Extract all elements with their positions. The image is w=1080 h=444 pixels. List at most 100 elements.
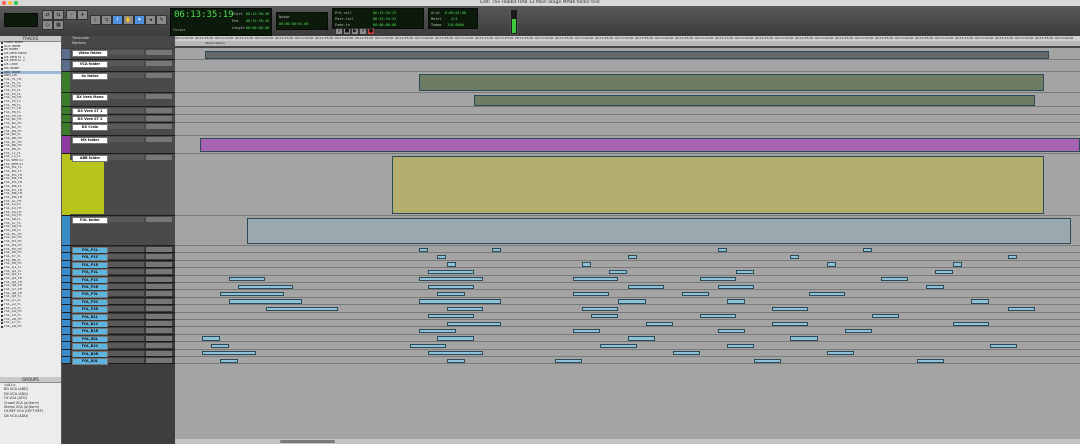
audio-clip[interactable] bbox=[699, 314, 737, 319]
selector-tool-icon[interactable]: I bbox=[112, 15, 123, 25]
track-lane[interactable] bbox=[175, 49, 1080, 60]
track-visibility-icon[interactable] bbox=[0, 204, 3, 207]
audio-clip[interactable] bbox=[419, 74, 1044, 91]
track-lane[interactable] bbox=[175, 107, 1080, 115]
track-io[interactable] bbox=[146, 358, 172, 363]
track-name[interactable]: DX Verb ST 1 bbox=[72, 108, 108, 115]
track-visibility-icon[interactable] bbox=[0, 167, 3, 170]
track-lane[interactable] bbox=[175, 268, 1080, 276]
track-list-item[interactable]: FOL_Z8_FR bbox=[0, 325, 61, 329]
track-io[interactable] bbox=[146, 321, 172, 326]
audio-clip[interactable] bbox=[220, 291, 284, 297]
grid-value[interactable]: 0:00:01:00 bbox=[445, 11, 466, 15]
length-value[interactable]: 00:00:00:00 bbox=[246, 26, 269, 30]
track-visibility-icon[interactable] bbox=[0, 281, 3, 284]
audio-clip[interactable] bbox=[582, 306, 619, 312]
play-button[interactable]: ▶ bbox=[351, 28, 359, 35]
track-visibility-icon[interactable] bbox=[0, 108, 3, 111]
audio-clip[interactable] bbox=[437, 336, 474, 341]
audio-clip[interactable] bbox=[419, 277, 483, 282]
track-header[interactable]: FOL_P3R bbox=[62, 305, 175, 314]
track-visibility-icon[interactable] bbox=[0, 289, 3, 292]
zoom-in-button[interactable]: + bbox=[77, 10, 88, 20]
track-visibility-icon[interactable] bbox=[0, 278, 3, 280]
track-io[interactable] bbox=[146, 73, 172, 78]
audio-clip[interactable] bbox=[555, 358, 583, 363]
track-name[interactable]: DX Verb Mono bbox=[72, 94, 108, 101]
track-visibility-icon[interactable] bbox=[0, 189, 3, 192]
audio-clip[interactable] bbox=[446, 321, 501, 326]
pre-roll-value[interactable]: 06:13:34:23 bbox=[373, 11, 396, 15]
track-visibility-icon[interactable] bbox=[0, 104, 3, 107]
group-list-item[interactable]: DX VCA (ADD) bbox=[0, 414, 61, 418]
track-visibility-icon[interactable] bbox=[0, 222, 3, 225]
track-header[interactable]: FOL_P1C bbox=[62, 253, 175, 262]
track-io[interactable] bbox=[146, 261, 172, 267]
scrubber-tool-icon[interactable]: ◂ bbox=[145, 15, 156, 25]
stop-button[interactable]: ■ bbox=[343, 28, 351, 35]
audio-clip[interactable] bbox=[229, 299, 302, 304]
record-button[interactable]: ● bbox=[367, 28, 375, 35]
track-controls[interactable] bbox=[108, 306, 144, 312]
track-visibility-icon[interactable] bbox=[0, 93, 3, 96]
track-visibility-icon[interactable] bbox=[0, 292, 3, 295]
track-visibility-icon[interactable] bbox=[0, 67, 3, 70]
track-lane[interactable] bbox=[175, 123, 1080, 136]
track-visibility-icon[interactable] bbox=[0, 207, 3, 210]
audio-clip[interactable] bbox=[871, 314, 899, 319]
audio-clip[interactable] bbox=[419, 247, 429, 252]
audio-clip[interactable] bbox=[672, 351, 700, 356]
track-lane[interactable] bbox=[175, 327, 1080, 335]
audio-clip[interactable] bbox=[627, 284, 664, 289]
track-visibility-icon[interactable] bbox=[0, 255, 3, 258]
track-visibility-icon[interactable] bbox=[0, 178, 3, 181]
markers-ruler[interactable]: Stems Stems bbox=[175, 41, 1080, 46]
audio-clip[interactable] bbox=[247, 218, 1071, 244]
audio-clip[interactable] bbox=[790, 254, 800, 260]
track-controls[interactable] bbox=[108, 350, 144, 356]
track-header[interactable]: FOL folder bbox=[62, 216, 175, 246]
track-visibility-icon[interactable] bbox=[0, 311, 3, 314]
audio-clip[interactable] bbox=[862, 247, 872, 252]
track-io[interactable] bbox=[146, 298, 172, 304]
track-controls[interactable] bbox=[108, 298, 144, 304]
track-controls[interactable] bbox=[108, 291, 144, 297]
track-controls[interactable] bbox=[108, 94, 144, 99]
post-roll-value[interactable]: 06:13:34:23 bbox=[373, 17, 396, 21]
audio-clip[interactable] bbox=[718, 284, 755, 289]
track-visibility-icon[interactable] bbox=[0, 230, 3, 233]
audio-clip[interactable] bbox=[202, 336, 221, 341]
track-io[interactable] bbox=[146, 50, 172, 55]
track-name[interactable]: DX Verb ST 2 bbox=[72, 116, 108, 123]
track-lane[interactable] bbox=[175, 313, 1080, 320]
track-lane[interactable] bbox=[175, 342, 1080, 350]
audio-clip[interactable] bbox=[736, 269, 755, 275]
audio-clip[interactable] bbox=[437, 291, 465, 297]
track-name[interactable]: FOL_B3L bbox=[72, 358, 108, 365]
audio-clip[interactable] bbox=[573, 277, 619, 282]
track-io[interactable] bbox=[146, 284, 172, 289]
track-lane[interactable] bbox=[175, 335, 1080, 343]
track-lane[interactable] bbox=[175, 290, 1080, 298]
track-io[interactable] bbox=[146, 137, 172, 142]
track-header[interactable]: DX Verb ST 1 bbox=[62, 107, 175, 115]
slip-mode-button[interactable]: ⇆ bbox=[53, 10, 64, 20]
audio-clip[interactable] bbox=[609, 269, 628, 275]
track-header[interactable]: FOL_P1R bbox=[62, 260, 175, 269]
audio-clip[interactable] bbox=[826, 351, 854, 356]
end-value[interactable]: 06:12:58:16 bbox=[246, 19, 269, 23]
track-header[interactable]: dx folder bbox=[62, 72, 175, 93]
track-controls[interactable] bbox=[108, 284, 144, 289]
track-controls[interactable] bbox=[108, 73, 144, 78]
track-visibility-icon[interactable] bbox=[0, 130, 3, 133]
track-header[interactable]: FOL_P2R bbox=[62, 283, 175, 291]
audio-clip[interactable] bbox=[808, 291, 845, 297]
track-visibility-icon[interactable] bbox=[0, 156, 3, 159]
track-lane[interactable] bbox=[175, 305, 1080, 313]
track-visibility-icon[interactable] bbox=[0, 182, 3, 185]
track-header[interactable]: FOL_B3L bbox=[62, 357, 175, 365]
track-visibility-icon[interactable] bbox=[0, 322, 3, 325]
track-lane[interactable] bbox=[175, 136, 1080, 154]
track-header[interactable]: FOL_B1R bbox=[62, 327, 175, 336]
track-visibility-icon[interactable] bbox=[0, 226, 3, 229]
